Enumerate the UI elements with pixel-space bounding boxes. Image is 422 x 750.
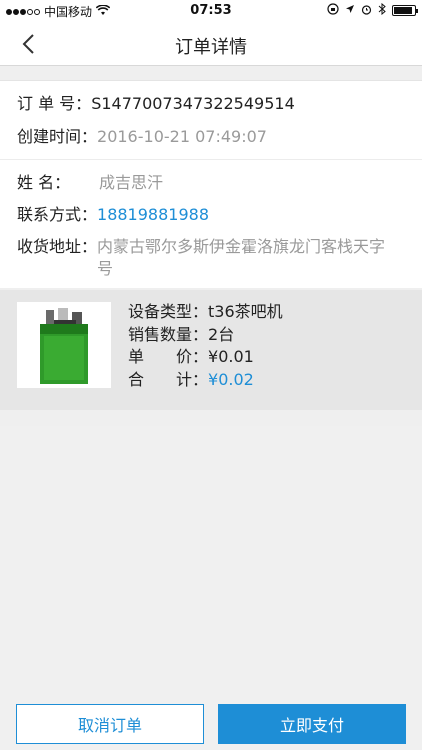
address-value: 内蒙古鄂尔多斯伊金霍洛旗龙门客栈天字号 [97, 237, 386, 278]
address-card: 姓 名： 成吉思汗 联系方式： 18819881988 收货地址： 内蒙古鄂尔多… [0, 160, 422, 288]
phone-row: 联系方式： 18819881988 [17, 204, 406, 226]
product-image [17, 302, 111, 388]
rotation-lock-icon [327, 3, 339, 18]
product-card[interactable]: 设备类型： t36茶吧机 销售数量： 2台 单 价： ¥0.01 合 计： ¥0… [0, 290, 422, 410]
created-time-value: 2016-10-21 07:49:07 [97, 127, 267, 146]
name-label: 姓 名： [17, 173, 71, 192]
empty-content-area [0, 426, 422, 750]
name-row: 姓 名： 成吉思汗 [17, 172, 406, 194]
order-number-value: S1477007347322549514 [91, 94, 295, 113]
status-right [327, 2, 418, 18]
battery-icon [392, 5, 418, 16]
location-icon [345, 4, 355, 17]
cancel-order-button[interactable]: 取消订单 [16, 704, 204, 744]
total-value: ¥0.02 [208, 369, 254, 389]
device-type-value: t36茶吧机 [208, 302, 283, 321]
unit-price-row: 单 价： ¥0.01 [128, 346, 283, 369]
order-info-card: 订 单 号： S1477007347322549514 创建时间： 2016-1… [0, 80, 422, 160]
quantity-row: 销售数量： 2台 [128, 324, 283, 347]
nav-bar: 订单详情 [0, 22, 422, 66]
created-time-label: 创建时间： [17, 127, 98, 146]
pay-now-button[interactable]: 立即支付 [218, 704, 406, 744]
order-number-row: 订 单 号： S1477007347322549514 [17, 93, 406, 115]
quantity-value: 2台 [208, 324, 235, 344]
unit-price-value: ¥0.01 [208, 347, 254, 366]
total-row: 合 计： ¥0.02 [128, 369, 283, 392]
alarm-icon [361, 4, 372, 18]
bluetooth-icon [378, 2, 386, 18]
address-row: 收货地址： 内蒙古鄂尔多斯伊金霍洛旗龙门客栈天字号 [17, 236, 406, 280]
phone-value[interactable]: 18819881988 [97, 204, 209, 226]
quantity-label: 销售数量： [128, 324, 209, 344]
created-time-row: 创建时间： 2016-10-21 07:49:07 [17, 126, 406, 148]
page-title: 订单详情 [175, 37, 247, 58]
unit-price-label: 单 价： [128, 347, 209, 366]
total-label: 合 计： [128, 369, 209, 389]
device-type-label: 设备类型： [128, 302, 209, 321]
product-info: 设备类型： t36茶吧机 销售数量： 2台 单 价： ¥0.01 合 计： ¥0… [128, 301, 283, 391]
status-bar: 中国移动 07:53 [0, 0, 422, 22]
address-label: 收货地址： [17, 237, 98, 256]
device-type-row: 设备类型： t36茶吧机 [128, 301, 283, 324]
name-value: 成吉思汗 [99, 173, 164, 192]
order-number-label: 订 单 号： [17, 94, 92, 113]
phone-label: 联系方式： [17, 205, 98, 224]
